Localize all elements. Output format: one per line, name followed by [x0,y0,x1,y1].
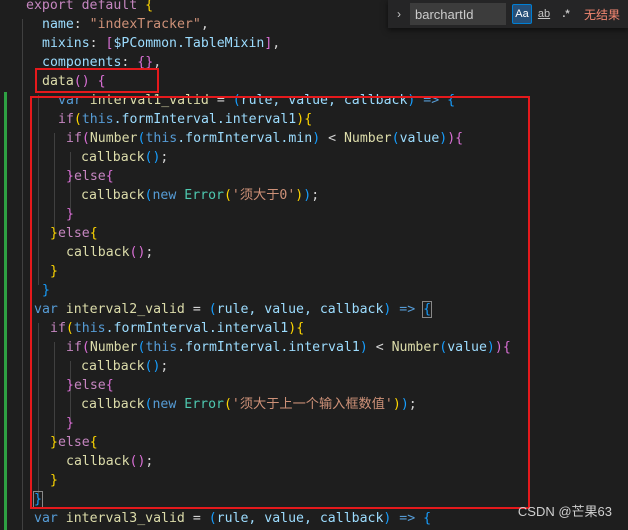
brace: { [145,0,154,13]
indent-guide [22,19,23,530]
punct: : [73,17,90,32]
match-case-button[interactable]: Aa [512,4,532,24]
code-editor[interactable]: export default { name: "indexTracker", m… [0,0,628,530]
punct: : [89,36,106,51]
find-widget[interactable]: › barchartId Aa ab .* 无结果 [388,0,628,28]
punct: , [200,17,209,32]
git-change-indicator [4,92,7,530]
code-line-28[interactable]: var interval3_valid = (rule, value, call… [34,509,431,528]
code-line-1[interactable]: export default { [26,0,153,15]
identifier: $PCommon.TableMixin [113,36,265,51]
punct: , [272,36,281,51]
property-key: mixins [42,36,90,51]
brace: { [423,511,432,526]
code-line-3[interactable]: mixins: [$PCommon.TableMixin], [42,34,280,53]
keyword: export [26,0,74,13]
operator: = [184,511,209,526]
string: "indexTracker" [89,17,201,32]
identifier: interval3_valid [57,511,185,526]
chevron-right-icon[interactable]: › [390,0,408,28]
property-key: name [42,17,74,32]
keyword: default [81,0,138,13]
code-line-2[interactable]: name: "indexTracker", [42,15,209,34]
highlight-box-validators [30,96,530,509]
whole-word-button[interactable]: ab [534,4,554,24]
highlight-box-data [35,68,159,93]
regex-button[interactable]: .* [556,4,576,24]
parameters: rule, value, callback [216,511,384,526]
paren: ( [208,511,217,526]
find-input[interactable]: barchartId [410,3,506,25]
arrow: => [391,511,424,526]
watermark: CSDN @芒果63 [517,504,612,519]
find-result-status: 无结果 [584,7,621,22]
keyword: var [34,511,58,526]
